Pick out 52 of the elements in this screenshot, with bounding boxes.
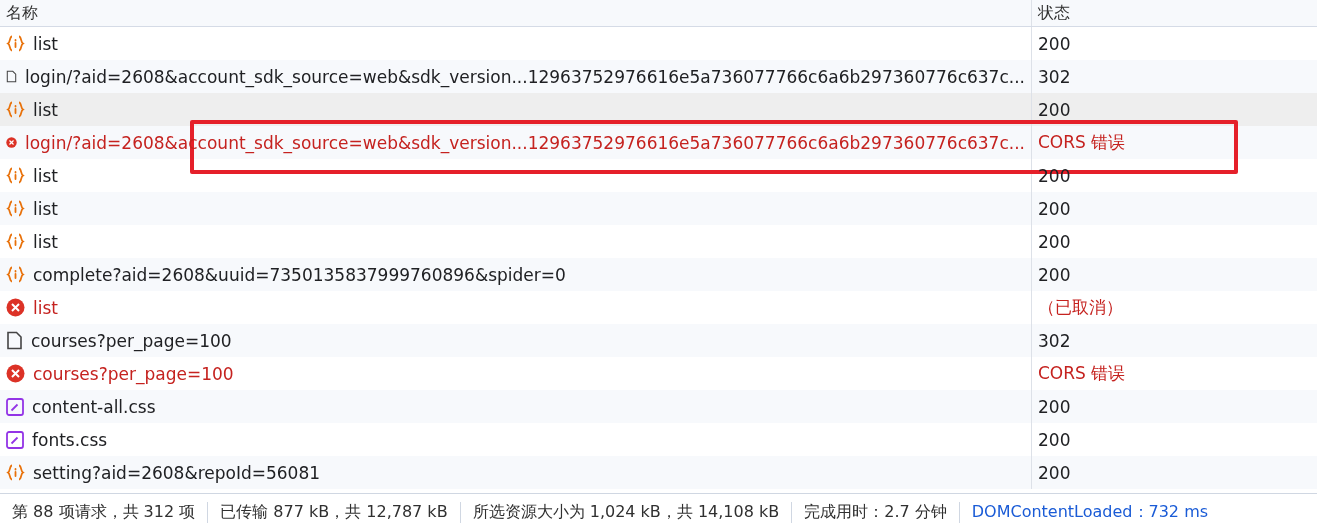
request-status: 302 [1038, 330, 1071, 351]
status-text: 已传输 877 kB，共 12,787 kB [208, 502, 461, 523]
column-header[interactable]: 名称 [0, 0, 1032, 26]
request-name: login/?aid=2608&account_sdk_source=web&sdk_version...12963752976616e5a736077766c6a6b297360776c637c... [25, 66, 1025, 87]
status-text: 第 88 项请求，共 312 项 [0, 502, 209, 523]
request-row[interactable]: setting?aid=2608&repoId=56081 200 [0, 456, 1317, 489]
request-name: courses?per_page=100 [31, 330, 232, 351]
request-name: complete?aid=2608&uuid=7350135837999760896&spider=0 [33, 264, 566, 285]
request-status: CORS 错误 [1038, 362, 1126, 385]
request-status: 200 [1038, 198, 1071, 219]
request-row[interactable]: list 200 [0, 93, 1317, 126]
stylesheet-icon [6, 430, 24, 449]
error-icon [6, 364, 25, 383]
request-name: list [33, 33, 58, 54]
request-name: list [33, 99, 58, 120]
error-icon [6, 298, 25, 317]
request-name: list [33, 231, 58, 252]
request-status: 200 [1038, 429, 1071, 450]
request-status: CORS 错误 [1038, 131, 1126, 154]
request-row[interactable]: courses?per_page=100 302 [0, 324, 1317, 357]
stylesheet-icon [6, 397, 24, 416]
request-row[interactable]: login/?aid=2608&account_sdk_source=web&sdk_version...12963752976616e5a736077766c6a6b297360776c637c... 302 [0, 60, 1317, 93]
status-text: 完成用时：2.7 分钟 [792, 502, 960, 523]
request-status: 200 [1038, 33, 1071, 54]
request-status: 200 [1038, 264, 1071, 285]
request-name: list [33, 198, 58, 219]
request-status: 200 [1038, 99, 1071, 120]
braces-icon [6, 34, 25, 53]
request-name: courses?per_page=100 [33, 363, 234, 384]
request-status: 200 [1038, 231, 1071, 252]
request-status: 302 [1038, 66, 1071, 87]
dom-loaded-link[interactable]: DOMContentLoaded：732 ms [959, 502, 1221, 523]
request-name: setting?aid=2608&repoId=56081 [33, 462, 321, 483]
braces-icon [6, 463, 25, 482]
request-status: 200 [1038, 462, 1071, 483]
document-icon [6, 331, 23, 350]
request-name: fonts.css [32, 429, 108, 450]
request-status: （已取消） [1038, 296, 1123, 319]
request-row[interactable]: complete?aid=2608&uuid=7350135837999760896&spider=0 200 [0, 258, 1317, 291]
request-name: list [33, 165, 58, 186]
request-row[interactable]: list 200 [0, 192, 1317, 225]
request-row[interactable]: content-all.css 200 [0, 390, 1317, 423]
request-status: 200 [1038, 396, 1071, 417]
braces-icon [6, 100, 25, 119]
braces-icon [6, 166, 25, 185]
request-name: list [33, 297, 58, 318]
braces-icon [6, 265, 25, 284]
column-header[interactable]: 状态 [1032, 0, 1317, 26]
status-text: 所选资源大小为 1,024 kB，共 14,108 kB [460, 502, 793, 523]
braces-icon [6, 232, 25, 251]
braces-icon [6, 199, 25, 218]
request-name: content-all.css [32, 396, 156, 417]
